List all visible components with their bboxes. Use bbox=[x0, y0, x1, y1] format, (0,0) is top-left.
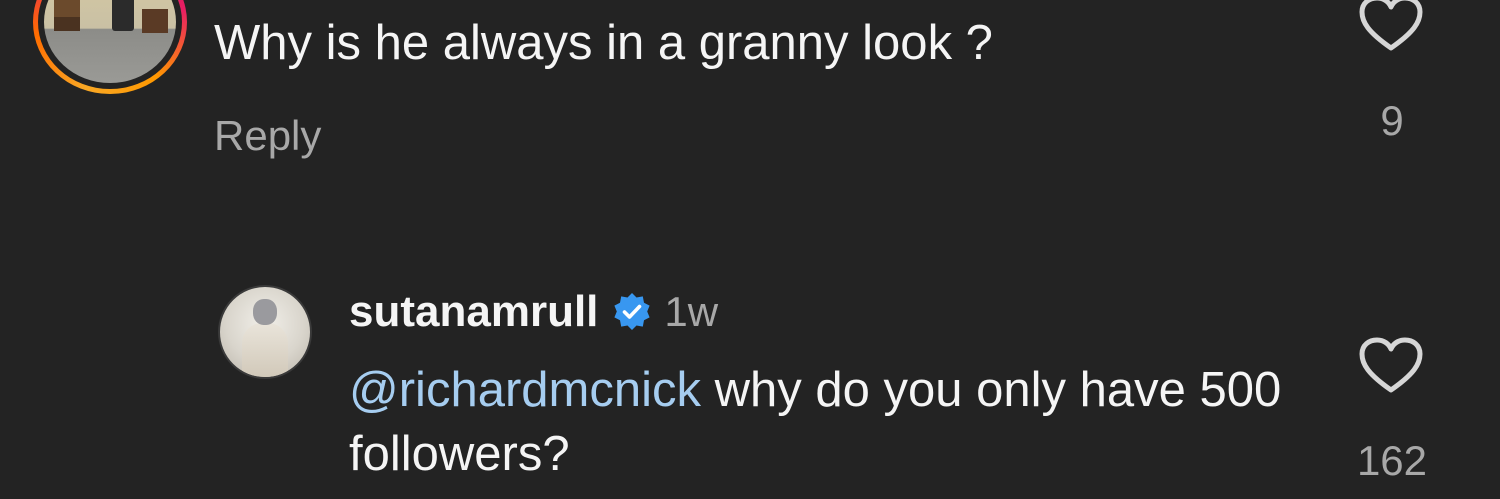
avatar-photo-bookshelf bbox=[54, 0, 80, 31]
comment-timestamp: 1w bbox=[664, 288, 719, 335]
avatar[interactable] bbox=[218, 285, 312, 379]
avatar-photo-figure-head bbox=[253, 299, 277, 325]
avatar-photo-figure-body bbox=[242, 323, 288, 377]
story-ring-avatar[interactable] bbox=[33, 0, 187, 94]
verified-badge-icon bbox=[614, 293, 650, 330]
mention-link[interactable]: @richardmcnick bbox=[349, 363, 701, 417]
reply-comment-text: @richardmcnick why do you only have 500 … bbox=[349, 358, 1309, 486]
reply-button[interactable]: Reply bbox=[214, 108, 321, 164]
comment-header: sutanamrull 1w bbox=[349, 282, 718, 342]
username-link[interactable]: sutanamrull bbox=[349, 287, 598, 337]
heart-outline-icon[interactable] bbox=[1358, 336, 1424, 396]
avatar-photo-person bbox=[112, 0, 134, 31]
like-count: 162 bbox=[1356, 437, 1428, 484]
comment-text: Why is he always in a granny look ? bbox=[214, 16, 993, 70]
heart-outline-icon[interactable] bbox=[1358, 0, 1424, 54]
avatar-photo-table bbox=[142, 9, 168, 33]
like-count: 9 bbox=[1380, 97, 1404, 144]
